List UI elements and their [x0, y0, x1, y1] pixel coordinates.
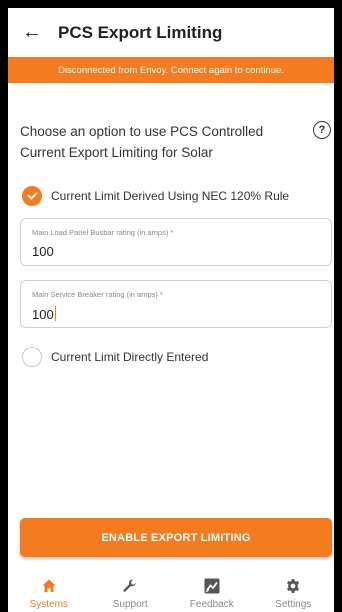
app-screen: ← PCS Export Limiting Disconnected from … — [8, 8, 334, 612]
wrench-icon — [122, 576, 138, 596]
feedback-icon — [203, 576, 221, 596]
breaker-rating-value: 100 — [32, 307, 54, 322]
page-title: PCS Export Limiting — [58, 22, 223, 42]
radio-checked-icon[interactable] — [22, 186, 42, 206]
option-nec-120-rule[interactable]: Current Limit Derived Using NEC 120% Rul… — [22, 186, 289, 206]
nav-systems[interactable]: Systems — [8, 570, 90, 612]
connection-banner: Disconnected from Envoy. Connect again t… — [8, 57, 334, 83]
busbar-rating-label: Main Load Panel Busbar rating (in amps) … — [32, 228, 174, 237]
gear-icon — [285, 576, 301, 596]
text-caret — [54, 306, 57, 321]
nav-support-label: Support — [112, 599, 148, 610]
app-bar: ← PCS Export Limiting — [8, 8, 334, 57]
back-arrow-icon: ← — [22, 21, 42, 43]
nav-settings[interactable]: Settings — [253, 570, 335, 612]
nav-settings-label: Settings — [275, 599, 312, 610]
option-direct-label: Current Limit Directly Entered — [51, 350, 209, 364]
help-glyph: ? — [318, 124, 326, 136]
enable-export-limiting-button[interactable]: ENABLE EXPORT LIMITING — [20, 518, 332, 557]
help-icon[interactable]: ? — [313, 121, 331, 139]
nav-feedback[interactable]: Feedback — [171, 570, 253, 612]
radio-unchecked-icon[interactable] — [22, 347, 42, 367]
breaker-rating-label: Main Service Breaker rating (in amps) * — [32, 290, 163, 299]
breaker-rating-field[interactable]: Main Service Breaker rating (in amps) * … — [20, 280, 332, 328]
breaker-rating-input[interactable]: 100 — [32, 306, 57, 322]
busbar-rating-value[interactable]: 100 — [32, 244, 54, 259]
option-nec-label: Current Limit Derived Using NEC 120% Rul… — [51, 189, 290, 203]
option-direct-entry[interactable]: Current Limit Directly Entered — [22, 347, 208, 367]
option-prompt: Choose an option to use PCS Controlled C… — [20, 124, 264, 160]
nav-feedback-label: Feedback — [189, 599, 234, 610]
nav-systems-label: Systems — [29, 599, 68, 610]
busbar-rating-field[interactable]: Main Load Panel Busbar rating (in amps) … — [20, 218, 332, 266]
home-icon — [41, 576, 57, 596]
nav-support[interactable]: Support — [90, 570, 172, 612]
back-button[interactable]: ← — [8, 8, 52, 57]
bottom-nav: Systems Support Feedback Settings — [8, 570, 334, 612]
